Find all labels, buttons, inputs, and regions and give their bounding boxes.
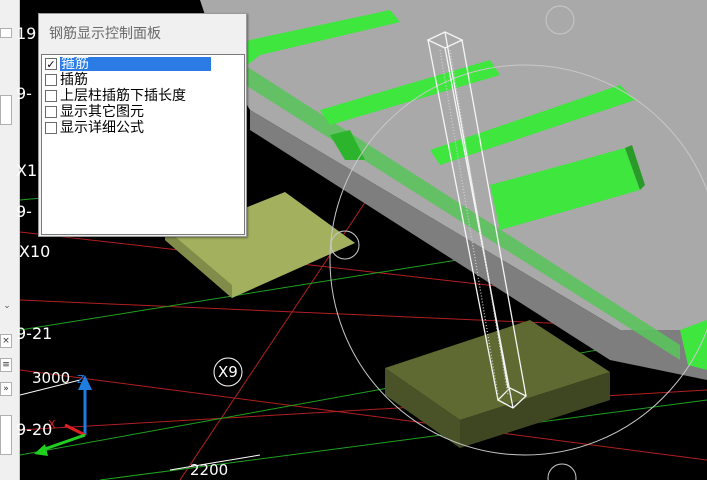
axis-label: X1 xyxy=(16,161,38,180)
axis-label: X9 xyxy=(218,363,238,381)
dowel-checkbox[interactable] xyxy=(45,74,57,86)
close-icon[interactable]: × xyxy=(0,334,12,348)
rebar-display-control-panel: 钢筋显示控制面板 ✓ 箍筋 插筋 上层柱插筋下插长度 显示其它图元 显示详细公式 xyxy=(38,13,247,237)
panel-title: 钢筋显示控制面板 xyxy=(49,26,161,42)
axis-label: 9- xyxy=(16,202,32,221)
option-label: 显示详细公式 xyxy=(60,120,144,136)
show-other-elements-checkbox[interactable] xyxy=(45,106,57,118)
dimension-label: 3000 xyxy=(32,369,71,387)
option-show-detailed-formula[interactable]: 显示详细公式 xyxy=(45,120,144,136)
option-show-other-elements[interactable]: 显示其它图元 xyxy=(45,104,144,120)
pin-icon[interactable]: ≡ xyxy=(0,358,12,372)
option-label: 箍筋 xyxy=(60,57,211,71)
axis-label: 9-21 xyxy=(16,324,53,343)
expand-icon[interactable]: » xyxy=(0,382,12,396)
dock-tab-3[interactable] xyxy=(0,415,12,455)
dimension-label: 2200 xyxy=(190,461,229,479)
axis-label: 19 xyxy=(16,24,37,43)
panel-option-list: ✓ 箍筋 插筋 上层柱插筋下插长度 显示其它图元 显示详细公式 xyxy=(41,54,245,235)
axis-label: X10 xyxy=(19,242,51,261)
option-dowel[interactable]: 插筋 xyxy=(45,72,88,88)
option-stirrup[interactable]: ✓ 箍筋 xyxy=(45,56,211,72)
option-label: 上层柱插筋下插长度 xyxy=(60,88,186,104)
axis-label: 9- xyxy=(16,84,32,103)
option-label: 显示其它图元 xyxy=(60,104,144,120)
option-upper-column-dowel-length[interactable]: 上层柱插筋下插长度 xyxy=(45,88,186,104)
left-dock-strip: ⌄ × ≡ » xyxy=(0,0,20,480)
dock-tab-1[interactable] xyxy=(0,28,12,38)
upper-column-dowel-checkbox[interactable] xyxy=(45,90,57,102)
scroll-down-icon[interactable]: ⌄ xyxy=(2,300,12,312)
svg-text:Z: Z xyxy=(77,373,85,386)
dock-tab-2[interactable] xyxy=(0,95,12,125)
axis-label: 9-20 xyxy=(16,420,53,439)
stirrup-checkbox[interactable]: ✓ xyxy=(45,58,57,70)
show-detailed-formula-checkbox[interactable] xyxy=(45,122,57,134)
orbit-handle-bottom xyxy=(547,463,577,480)
option-label: 插筋 xyxy=(60,72,88,88)
